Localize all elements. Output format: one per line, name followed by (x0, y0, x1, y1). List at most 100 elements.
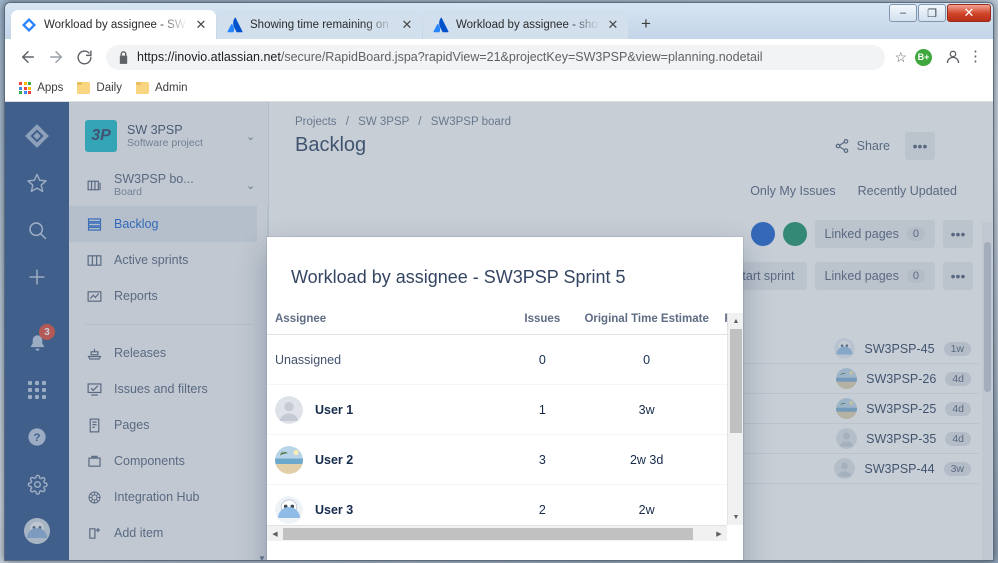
profile-button[interactable] (940, 44, 966, 70)
bookmark-star-icon[interactable]: ☆ (894, 49, 907, 66)
browser-tab-3-close-icon[interactable]: ✕ (605, 17, 621, 33)
sidebar-item-reports-label: Reports (114, 289, 158, 303)
profile-avatar[interactable] (17, 511, 57, 551)
sprint-more-button-1[interactable]: ••• (943, 220, 973, 248)
remaining-estimate-cell: 4w (716, 434, 727, 485)
board-header-actions: Share ••• (825, 132, 935, 160)
browser-tab-2[interactable]: Showing time remaining on Wor ✕ (217, 10, 422, 39)
sprint-avatar-2[interactable] (782, 222, 807, 246)
sidebar-item-add-item[interactable]: Add item (69, 515, 268, 551)
scroll-left-icon[interactable]: ◀ (267, 526, 283, 541)
sidebar-item-integration-hub[interactable]: Integration Hub (69, 479, 268, 515)
board-scrollbar-thumb[interactable] (984, 242, 991, 392)
sidebar-scrollbar[interactable]: ▼ (257, 180, 267, 560)
jira-logo-icon[interactable] (17, 116, 57, 156)
bookmark-admin[interactable]: Admin (135, 82, 188, 94)
assignee-wrap: Unassigned (275, 353, 508, 367)
column-header-original-time-estimate[interactable]: Original Time Estimate (577, 313, 717, 335)
original-estimate-cell: 0 (577, 334, 717, 385)
filter-recently-updated[interactable]: Recently Updated (858, 184, 957, 198)
scroll-right-icon[interactable]: ▶ (711, 526, 727, 541)
sidebar-item-reports[interactable]: Reports (69, 278, 268, 314)
share-button[interactable]: Share (825, 133, 899, 159)
bookmark-daily[interactable]: Daily (77, 82, 122, 94)
new-tab-button[interactable]: + (633, 11, 659, 37)
original-estimate-cell: 2w (577, 484, 717, 525)
sidebar-item-backlog[interactable]: Backlog (69, 206, 268, 242)
column-header-assignee[interactable]: Assignee (267, 313, 508, 335)
plus-icon[interactable] (17, 257, 57, 297)
default-avatar (275, 395, 303, 424)
default-avatar[interactable] (834, 458, 856, 479)
chevron-down-icon[interactable]: ▼ (258, 554, 266, 560)
table-vertical-scrollbar[interactable]: ▲ ▼ (727, 313, 743, 525)
issue-key[interactable]: SW3PSP-44 (864, 462, 934, 476)
sidebar-item-active-sprints[interactable]: Active sprints (69, 242, 268, 278)
sidebar-item-pages-label: Pages (114, 418, 150, 432)
browser-tab-1[interactable]: Workload by assignee - SW3PSP ✕ (11, 10, 216, 39)
breadcrumb-projects[interactable]: Projects (295, 116, 337, 128)
column-header-issues[interactable]: Issues (507, 313, 578, 335)
dialog-footer: Close (267, 541, 743, 560)
default-avatar[interactable] (836, 428, 858, 449)
issues-filters-icon (85, 380, 103, 398)
browser-tab-1-title: Workload by assignee - SW3PSP (44, 18, 187, 31)
project-header[interactable]: 3P SW 3PSP Software project ⌄ (69, 102, 268, 164)
sidebar-item-board[interactable]: SW3PSP bo... Board ⌄ (69, 164, 268, 206)
issue-key[interactable]: SW3PSP-25 (866, 402, 936, 416)
backlog-icon (85, 215, 103, 233)
breadcrumb-project[interactable]: SW 3PSP (358, 116, 409, 128)
address-bar[interactable]: https://inovio.atlassian.net/secure/Rapi… (106, 44, 886, 70)
back-button[interactable] (15, 44, 41, 70)
issue-key[interactable]: SW3PSP-26 (866, 372, 936, 386)
app-switcher-icon[interactable] (17, 370, 57, 410)
browser-menu-icon[interactable]: ⋮ (968, 49, 983, 64)
beach-avatar[interactable] (836, 368, 858, 389)
notifications-bell-icon[interactable]: 3 (17, 323, 57, 363)
sidebar-item-issues-and-filters[interactable]: Issues and filters (69, 371, 268, 407)
board-scrollbar[interactable] (982, 222, 992, 560)
column-header-remaining-time-estimate[interactable]: Remaining Time Estim… (716, 313, 727, 335)
beach-avatar[interactable] (836, 398, 858, 419)
linked-pages-pill-1[interactable]: Linked pages 0 (814, 220, 935, 248)
scroll-up-icon[interactable]: ▲ (728, 313, 743, 329)
extension-badge-icon[interactable]: B+ (915, 48, 932, 66)
window-controls: – ❐ ✕ (889, 4, 991, 22)
issue-key[interactable]: SW3PSP-45 (864, 342, 934, 356)
search-icon[interactable] (17, 210, 57, 250)
browser-tab-1-close-icon[interactable]: ✕ (193, 17, 209, 33)
window-close-button[interactable]: ✕ (947, 4, 991, 22)
settings-gear-icon[interactable] (17, 464, 57, 504)
remaining-estimate-cell (716, 484, 727, 525)
window-minimize-button[interactable]: – (889, 4, 917, 22)
project-avatar: 3P (85, 120, 117, 152)
table-vertical-scrollbar-thumb[interactable] (730, 329, 742, 433)
table-horizontal-scrollbar[interactable]: ◀ ▶ (267, 525, 727, 541)
sprint-avatar-1[interactable] (750, 222, 775, 246)
scroll-down-icon[interactable]: ▼ (728, 509, 743, 525)
issue-key[interactable]: SW3PSP-35 (866, 432, 936, 446)
bird-avatar[interactable] (834, 338, 856, 359)
sprint-more-button-2[interactable]: ••• (943, 262, 973, 290)
help-icon[interactable]: ? (17, 417, 57, 457)
sidebar-item-pages[interactable]: Pages (69, 407, 268, 443)
project-sidebar: 3P SW 3PSP Software project ⌄ SW3PSP bo.… (69, 102, 269, 560)
forward-button[interactable] (43, 44, 69, 70)
table-horizontal-scrollbar-thumb[interactable] (283, 528, 693, 540)
bookmark-apps[interactable]: Apps (19, 81, 63, 95)
issues-cell: 0 (507, 334, 578, 385)
issue-estimate: 4d (945, 371, 971, 386)
browser-tab-3[interactable]: Workload by assignee - show Re ✕ (423, 10, 628, 39)
filter-only-my-issues[interactable]: Only My Issues (750, 184, 835, 198)
board-more-button[interactable]: ••• (905, 132, 935, 160)
chevron-down-icon[interactable]: ⌄ (246, 130, 258, 143)
reload-button[interactable] (71, 44, 97, 70)
breadcrumb-board[interactable]: SW3PSP board (431, 116, 511, 128)
window-maximize-button[interactable]: ❐ (918, 4, 946, 22)
star-icon[interactable] (17, 163, 57, 203)
sidebar-item-components[interactable]: Components (69, 443, 268, 479)
browser-tab-2-close-icon[interactable]: ✕ (399, 17, 415, 33)
linked-pages-pill-2[interactable]: Linked pages 0 (814, 262, 935, 290)
sidebar-item-releases[interactable]: Releases (69, 335, 268, 371)
beach-avatar (275, 445, 303, 474)
